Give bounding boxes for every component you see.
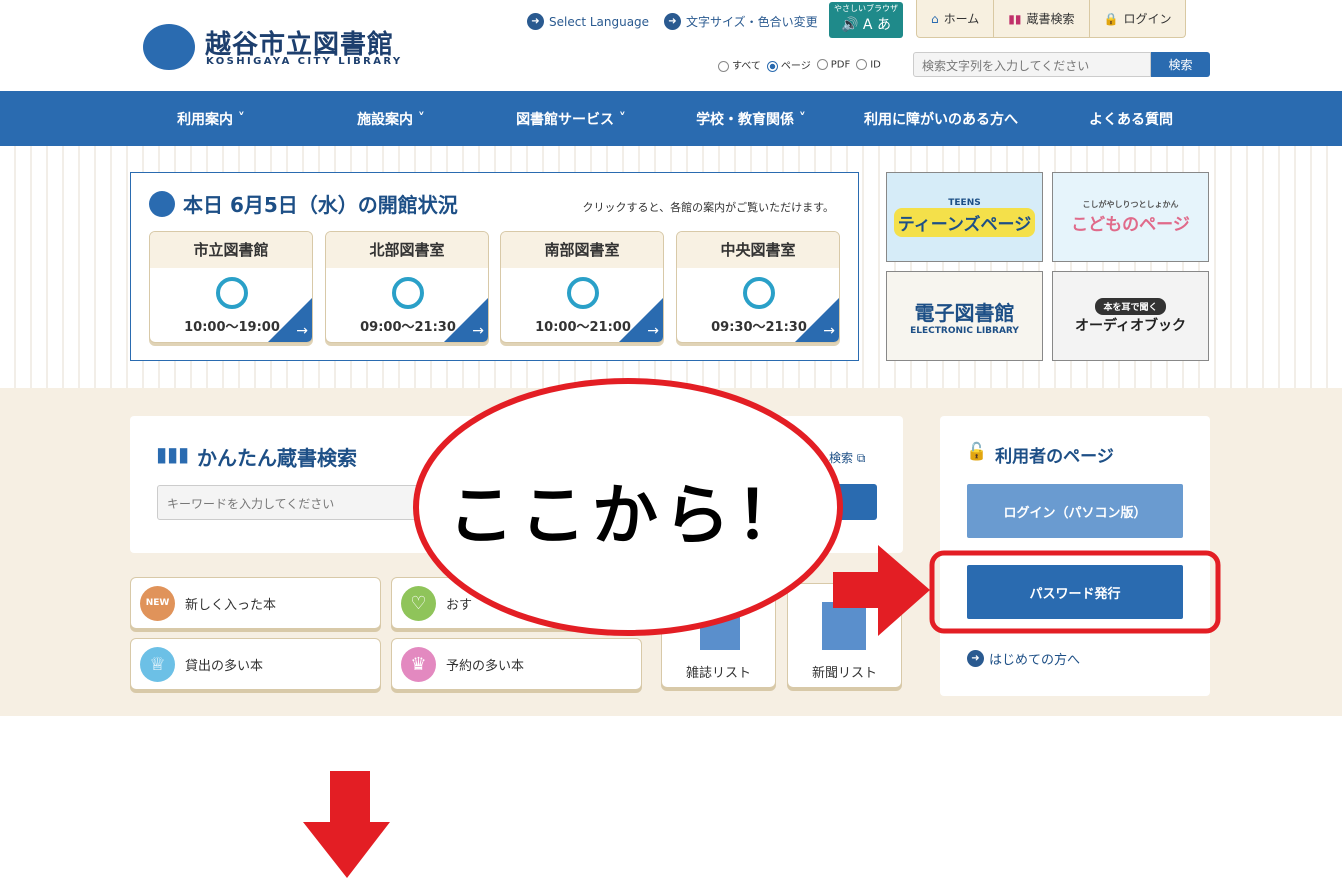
callout-text: ここから！ <box>448 477 808 554</box>
annotation-overlay <box>303 378 1221 878</box>
red-arrow-right-icon <box>833 545 930 636</box>
red-arrow-down-icon <box>303 771 390 878</box>
highlight-box <box>929 550 1221 634</box>
